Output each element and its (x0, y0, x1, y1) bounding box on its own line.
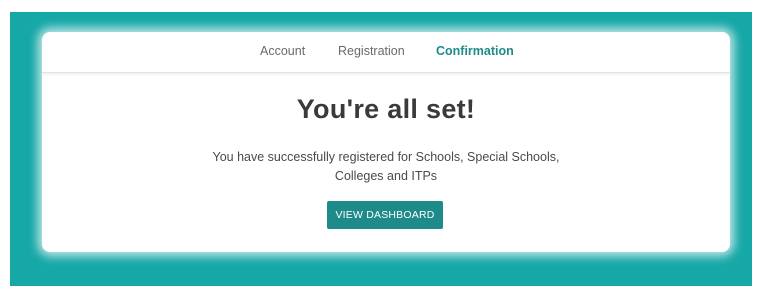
success-message-line-2: Colleges and ITPs (334, 169, 438, 183)
success-message-line-1: You have successfully registered for Sch… (212, 150, 560, 164)
step-registration[interactable]: Registration (338, 44, 405, 58)
success-message: You have successfully registered for Sch… (186, 148, 586, 186)
confirmation-card: Account Registration Confirmation You're… (42, 32, 730, 252)
step-account[interactable]: Account (260, 44, 305, 58)
progress-steps-nav: Account Registration Confirmation (42, 32, 730, 73)
view-dashboard-button[interactable]: VIEW DASHBOARD (327, 201, 443, 229)
success-heading: You're all set! (296, 94, 476, 124)
step-confirmation[interactable]: Confirmation (436, 44, 514, 58)
